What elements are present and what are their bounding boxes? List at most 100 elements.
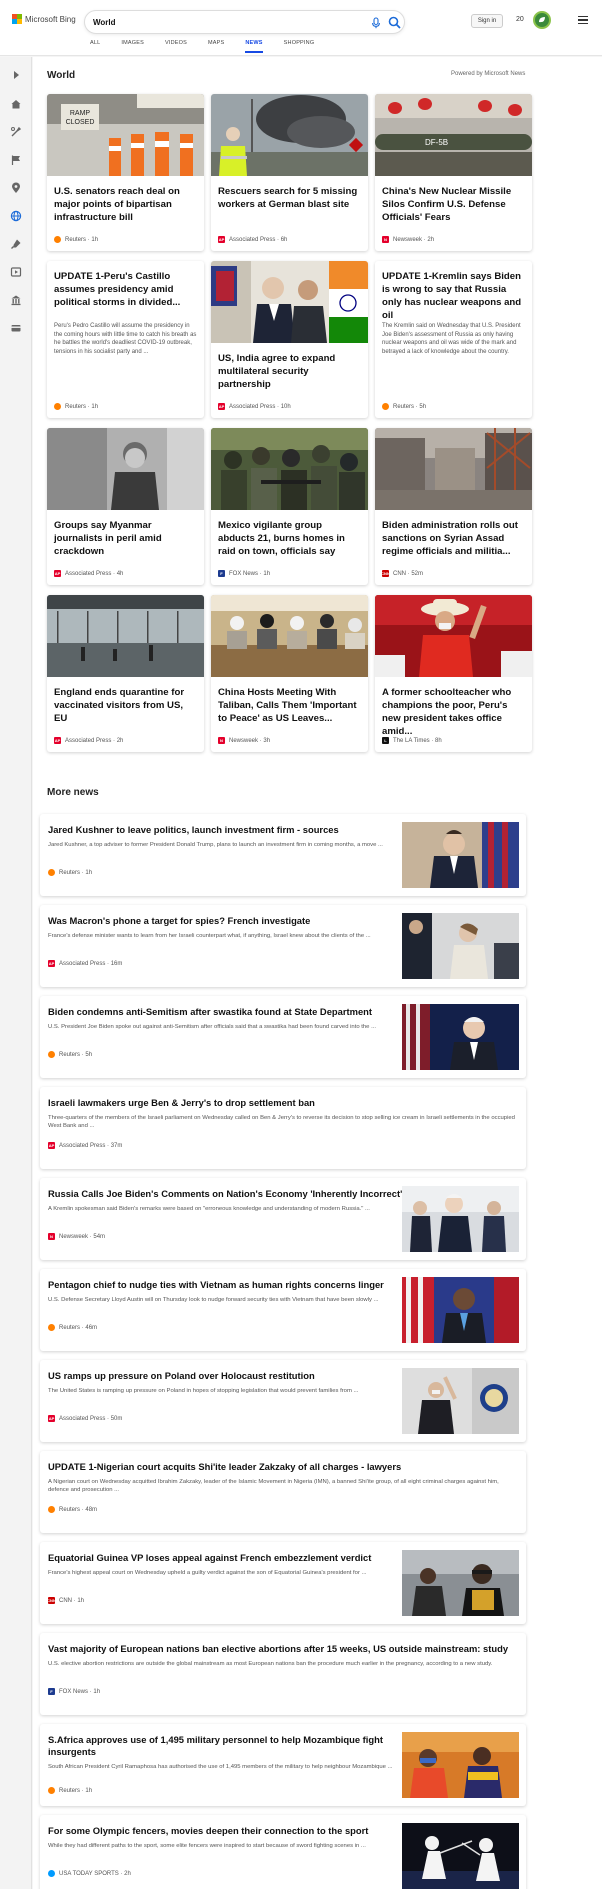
more-news-item[interactable]: Jared Kushner to leave politics, launch … (40, 814, 526, 896)
story-summary: The United States is ramping up pressure… (48, 1388, 359, 1394)
flag-icon[interactable] (10, 154, 22, 166)
news-card[interactable]: UPDATE 1-Peru's Castillo assumes preside… (47, 261, 204, 418)
money-card-icon[interactable] (10, 322, 22, 334)
story-image (402, 1277, 519, 1343)
section-title: World (47, 70, 76, 81)
scope-maps[interactable]: MAPS (208, 40, 224, 53)
news-card[interactable]: A former schoolteacher who champions the… (375, 595, 532, 752)
powered-by[interactable]: Powered by Microsoft News (451, 71, 525, 77)
news-card[interactable]: US, India agree to expand multilateral s… (211, 261, 368, 418)
story-summary: U.S. President Joe Biden spoke out again… (48, 1024, 376, 1030)
newsweek-logo-icon: N (382, 236, 389, 243)
la-times-logo-icon: L (382, 737, 389, 744)
story-image (375, 595, 532, 677)
story-image (402, 913, 519, 979)
news-card[interactable]: RAMP CLOSED U.S. senators reach deal on … (47, 94, 204, 251)
story-image (211, 261, 368, 343)
story-source: N Newsweek · 3h (218, 737, 270, 744)
news-card[interactable]: England ends quarantine for vaccinated v… (47, 595, 204, 752)
story-image (402, 1186, 519, 1252)
story-source: AP Associated Press · 4h (54, 570, 124, 577)
story-source: Reuters · 1h (48, 1787, 92, 1794)
home-icon[interactable] (10, 98, 22, 110)
story-source: AP Associated Press · 10h (218, 403, 291, 410)
ap-logo-icon: AP (54, 570, 61, 577)
ap-logo-icon: AP (48, 1142, 55, 1149)
fox-news-logo-icon: F (48, 1688, 55, 1695)
story-title: For some Olympic fencers, movies deepen … (48, 1825, 369, 1836)
globe-icon[interactable] (10, 210, 22, 222)
more-news-title: More news (47, 787, 99, 798)
more-news-item[interactable]: Was Macron's phone a target for spies? F… (40, 905, 526, 987)
story-summary: U.S. Defense Secretary Lloyd Austin will… (48, 1297, 379, 1303)
story-image (375, 428, 532, 510)
microphone-icon[interactable] (370, 17, 382, 29)
more-news-item[interactable]: For some Olympic fencers, movies deepen … (40, 1815, 526, 1889)
story-source: Reuters · 1h (54, 403, 98, 410)
more-news-item[interactable]: S.Africa approves use of 1,495 military … (40, 1724, 526, 1806)
more-news-item[interactable]: Equatorial Guinea VP loses appeal agains… (40, 1542, 526, 1624)
story-source: N Newsweek · 2h (382, 236, 434, 243)
bing-logo[interactable]: Microsoft Bing (12, 14, 76, 24)
more-news-item[interactable]: Israeli lawmakers urge Ben & Jerry's to … (40, 1087, 526, 1169)
story-image (402, 1550, 519, 1616)
story-title: UPDATE 1-Nigerian court acquits Shi'ite … (48, 1461, 402, 1472)
scope-videos[interactable]: VIDEOS (165, 40, 187, 53)
rewards-badge-icon[interactable] (533, 11, 551, 29)
more-news-item[interactable]: UPDATE 1-Nigerian court acquits Shi'ite … (40, 1451, 526, 1533)
story-summary: U.S. elective abortion restrictions are … (48, 1661, 493, 1667)
story-title: Jared Kushner to leave politics, launch … (48, 824, 339, 835)
science-icon[interactable] (10, 238, 22, 250)
svg-text:CLOSED: CLOSED (66, 119, 95, 126)
rewards-points: 20 (516, 16, 524, 23)
story-image (47, 428, 204, 510)
story-summary: Peru's Pedro Castillo will assume the pr… (54, 323, 197, 355)
newsweek-logo-icon: N (48, 1233, 55, 1240)
news-card[interactable]: DF-5B China's New Nuclear Missile Silos … (375, 94, 532, 251)
scope-shopping[interactable]: SHOPPING (284, 40, 315, 53)
story-summary: While they had different paths to the sp… (48, 1843, 366, 1849)
story-source: Reuters · 1h (48, 869, 92, 876)
location-pin-icon[interactable] (10, 182, 22, 194)
sign-in-button[interactable]: Sign in (471, 14, 503, 28)
search-scopes: ALL IMAGES VIDEOS MAPS NEWS SHOPPING (90, 40, 335, 53)
news-card[interactable]: UPDATE 1-Kremlin says Biden is wrong to … (375, 261, 532, 418)
news-card[interactable]: Biden administration rolls out sanctions… (375, 428, 532, 585)
story-title: Israeli lawmakers urge Ben & Jerry's to … (48, 1097, 315, 1108)
story-title: UPDATE 1-Peru's Castillo assumes preside… (54, 271, 181, 308)
more-news-item[interactable]: US ramps up pressure on Poland over Holo… (40, 1360, 526, 1442)
reuters-logo-icon (48, 1787, 55, 1794)
more-news-item[interactable]: Pentagon chief to nudge ties with Vietna… (40, 1269, 526, 1351)
more-news-item[interactable]: Biden condemns anti-Semitism after swast… (40, 996, 526, 1078)
story-title: Rescuers search for 5 missing workers at… (218, 186, 358, 210)
scope-all[interactable]: ALL (90, 40, 100, 53)
cnn-logo-icon: CNN (47, 1597, 56, 1604)
expand-chevron-icon[interactable] (10, 69, 22, 81)
news-card[interactable]: China Hosts Meeting With Taliban, Calls … (211, 595, 368, 752)
story-source: CNN CNN · 1h (47, 1597, 85, 1604)
story-source: N Newsweek · 54m (48, 1233, 105, 1240)
news-card[interactable]: Rescuers search for 5 missing workers at… (211, 94, 368, 251)
story-title: S.Africa approves use of 1,495 military … (48, 1734, 383, 1757)
ap-logo-icon: AP (218, 236, 225, 243)
politics-building-icon[interactable] (10, 294, 22, 306)
more-news-item[interactable]: Vast majority of European nations ban el… (40, 1633, 526, 1715)
story-source: AP Associated Press · 37m (48, 1142, 123, 1149)
search-icon[interactable] (388, 16, 401, 29)
more-news-item[interactable]: Russia Calls Joe Biden's Comments on Nat… (40, 1178, 526, 1260)
story-title: China Hosts Meeting With Taliban, Calls … (218, 687, 357, 724)
story-title: Was Macron's phone a target for spies? F… (48, 915, 311, 926)
tools-icon[interactable] (10, 126, 22, 138)
story-summary: Three-quarters of the members of the Isr… (48, 1115, 515, 1130)
news-card[interactable]: Groups say Myanmar journalists in peril … (47, 428, 204, 585)
scope-news[interactable]: NEWS (245, 40, 263, 53)
entertainment-icon[interactable] (10, 266, 22, 278)
ap-logo-icon: AP (218, 403, 225, 410)
news-card[interactable]: Mexico vigilante group abducts 21, burns… (211, 428, 368, 585)
story-image: DF-5B (375, 94, 532, 176)
fox-news-logo-icon: F (218, 570, 225, 577)
scope-images[interactable]: IMAGES (121, 40, 144, 53)
search-input[interactable] (93, 15, 353, 30)
header: Microsoft Bing Sign in 20 ALL IMAGES VID… (0, 0, 602, 56)
hamburger-menu-icon[interactable] (578, 16, 588, 24)
